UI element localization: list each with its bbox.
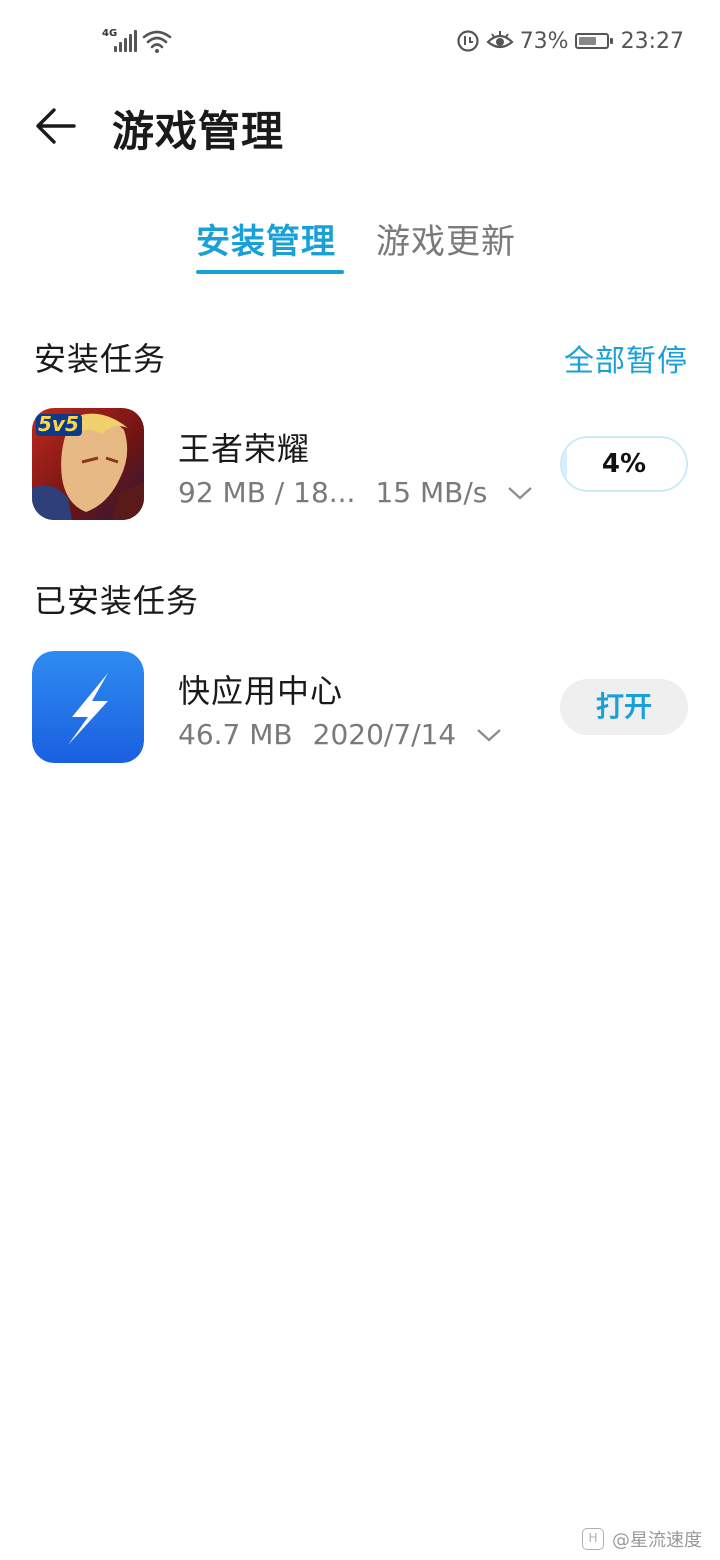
chevron-down-icon[interactable] <box>507 485 533 501</box>
download-progress-button[interactable]: 4% <box>560 436 688 492</box>
arrow-left-icon[interactable] <box>30 100 82 152</box>
game-badge-label: 5v5 <box>38 412 79 436</box>
app-name-honor-of-kings: 王者荣耀 <box>178 430 311 468</box>
installed-tasks-title: 已安装任务 <box>34 582 200 620</box>
tab-game-updates[interactable]: 游戏更新 <box>376 214 516 263</box>
installed-meta: 46.7 MB 2020/7/14 <box>178 718 502 751</box>
active-tab-indicator <box>196 270 344 274</box>
battery-level-fill <box>578 37 597 45</box>
open-button[interactable]: 打开 <box>560 679 688 735</box>
install-tasks-title: 安装任务 <box>34 340 167 378</box>
download-progress-label: 4% <box>601 449 647 479</box>
honor-of-kings-app-icon: 5v5 <box>32 408 144 520</box>
battery-percent: 73% <box>519 28 569 54</box>
download-speed: 15 MB/s <box>375 476 488 509</box>
watermark-logo: H <box>582 1528 604 1550</box>
wifi-icon <box>142 30 172 53</box>
installed-date: 2020/7/14 <box>312 718 457 751</box>
eye-comfort-icon <box>486 31 514 49</box>
watermark-text: @星流速度 <box>612 1530 702 1551</box>
battery-icon <box>574 33 613 49</box>
status-right-group: 73% 23:27 <box>456 26 684 56</box>
pause-all-button[interactable]: 全部暂停 <box>564 336 688 380</box>
chevron-down-icon[interactable] <box>476 727 502 743</box>
quick-app-center-icon <box>32 651 144 763</box>
watermark: H @星流速度 <box>582 1526 702 1552</box>
status-time: 23:27 <box>620 28 684 54</box>
tab-install-management[interactable]: 安装管理 <box>196 214 336 263</box>
page-title: 游戏管理 <box>112 107 285 156</box>
status-bar: 4G 73% 23:27 <box>0 0 720 84</box>
installed-size: 46.7 MB <box>178 718 293 751</box>
data-saver-icon <box>457 30 479 52</box>
app-name-quick-app-center: 快应用中心 <box>178 672 344 710</box>
signal-icon <box>114 30 138 52</box>
download-size: 92 MB / 18... <box>178 476 356 509</box>
download-meta: 92 MB / 18... 15 MB/s <box>178 476 533 509</box>
